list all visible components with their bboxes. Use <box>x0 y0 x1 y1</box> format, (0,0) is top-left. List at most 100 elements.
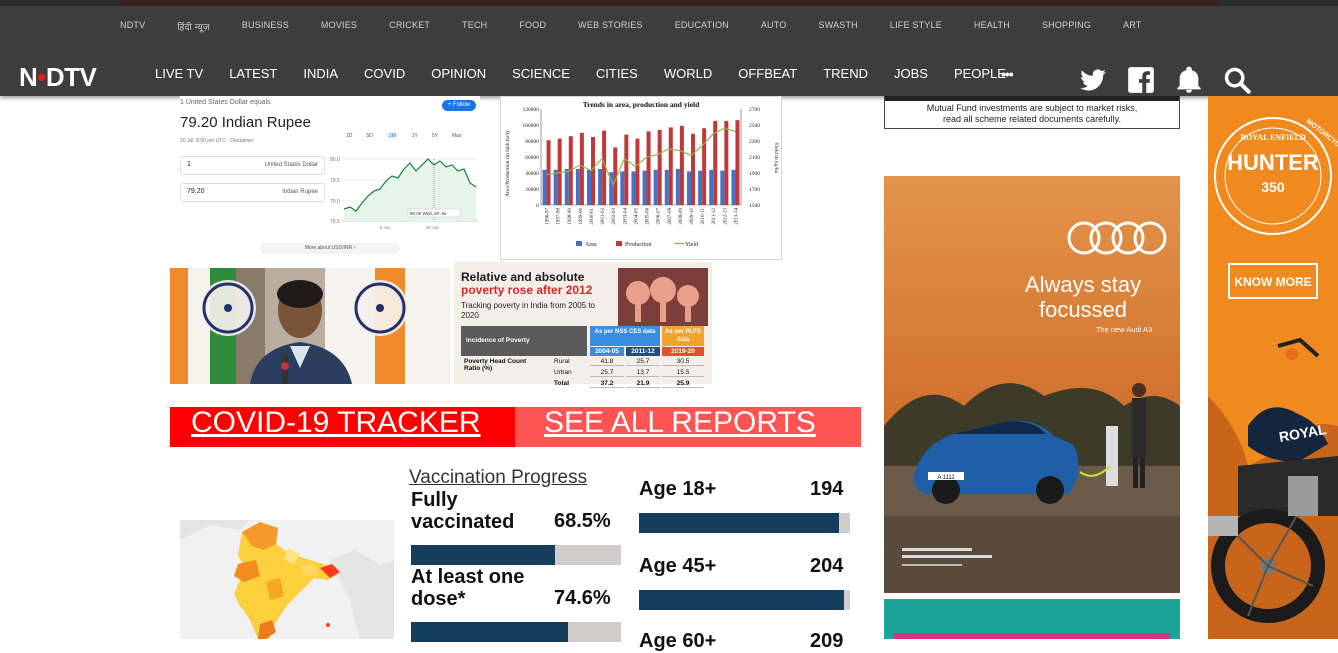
nav-item[interactable]: WORLD <box>664 66 712 81</box>
nav-item[interactable]: PEOPLE <box>954 66 1006 81</box>
mf-notice-text: Mutual Fund investments are subject to m… <box>926 103 1138 124</box>
covid-tracker-link[interactable]: COVID-19 TRACKER <box>191 407 481 439</box>
right-tick: 1500 <box>749 203 760 209</box>
subnav-item[interactable]: SHOPPING <box>1042 20 1091 38</box>
tracker-right-panel: SEE ALL REPORTS <box>515 407 861 447</box>
production-bar <box>724 121 729 205</box>
vaccination-progress-link[interactable]: Vaccination Progress <box>409 467 587 489</box>
subnav-item[interactable]: MOVIES <box>321 20 357 38</box>
production-bar <box>579 133 584 205</box>
more-menu-icon[interactable]: ••• <box>1001 66 1014 82</box>
nav-item[interactable]: COVID <box>364 66 405 81</box>
subnav-item[interactable]: EDUCATION <box>675 20 729 38</box>
currency-from-field[interactable]: 1 United States Dollar <box>180 156 325 175</box>
poverty-row-name: Rural <box>554 358 570 365</box>
nav-item[interactable]: TREND <box>823 66 868 81</box>
currency-line-chart: 80.0 79.5 79.0 78.5 80.00 Wed, 20 Jul 5 … <box>330 157 478 230</box>
left-tick: 20000 <box>525 187 539 193</box>
nav-item[interactable]: SCIENCE <box>512 66 570 81</box>
nav-item[interactable]: JOBS <box>894 66 928 81</box>
subnav-item[interactable]: CRICKET <box>389 20 430 38</box>
audi-advertisement[interactable]: Always stay focussed The new Audi A3 A 1… <box>884 176 1180 593</box>
y-tick: 79.0 <box>330 199 340 205</box>
x-tick: 5 Jul <box>380 225 390 230</box>
subnav-item[interactable]: WEB STORIES <box>578 20 643 38</box>
range-tab-selected[interactable]: 1M <box>386 133 398 139</box>
site-header: NDTV हिंदी न्यूज़ BUSINESS MOVIES CRICKE… <box>0 6 1338 96</box>
mutual-fund-notice: Mutual Fund investments are subject to m… <box>884 96 1180 129</box>
subnav-item[interactable]: SWASTH <box>819 20 858 38</box>
currency-to-value: 79.20 <box>187 188 205 195</box>
currency-converter-image[interactable]: 1 United States Dollar equals 79.20 Indi… <box>180 96 480 254</box>
tracker-left-panel: COVID-19 TRACKER <box>170 407 515 447</box>
subnav-item[interactable]: BUSINESS <box>242 20 289 38</box>
range-tab[interactable]: Max <box>452 133 461 139</box>
nav-item[interactable]: LIVE TV <box>155 66 203 81</box>
poverty-heading: Relative and absolute <box>461 270 585 284</box>
x-tick: 1997-98 <box>557 208 562 225</box>
age-18-label: Age 18+ <box>639 478 717 500</box>
poverty-cell: 15.5 <box>662 369 704 377</box>
right-tick: 2700 <box>749 107 760 113</box>
x-tick: 2002-03 <box>612 208 617 225</box>
ndtv-logo[interactable]: N•DTV <box>19 62 97 93</box>
left-tick: 120000 <box>523 107 540 113</box>
subnav-item[interactable]: NDTV <box>120 20 145 38</box>
right-tick: 2500 <box>749 123 760 129</box>
facebook-icon[interactable] <box>1127 66 1155 94</box>
twitter-icon[interactable] <box>1079 66 1107 94</box>
nav-item[interactable]: INDIA <box>303 66 338 81</box>
area-bar <box>620 171 625 205</box>
audi-headline-1: Always stay <box>1025 272 1141 297</box>
subnav-item[interactable]: हिंदी न्यूज़ <box>177 20 209 38</box>
area-bar <box>587 169 591 205</box>
subnav-item[interactable]: HEALTH <box>974 20 1010 38</box>
nav-item[interactable]: OPINION <box>431 66 486 81</box>
see-all-reports-link[interactable]: SEE ALL REPORTS <box>544 407 816 439</box>
poverty-cell: 25.7 <box>626 358 660 366</box>
chart-tooltip: 80.00 Wed, 20 Jul <box>410 211 446 216</box>
x-tick: 1999-00 <box>579 208 584 225</box>
royal-enfield-advertisement[interactable]: MOTORCYCLING ROYAL ENFIELD HUNTER 350 KN… <box>1208 96 1338 639</box>
subnav-item[interactable]: LIFE STYLE <box>890 20 942 38</box>
follow-button[interactable]: + Follow <box>442 100 476 111</box>
subnav-item[interactable]: FOOD <box>519 20 546 38</box>
nav-item[interactable]: LATEST <box>229 66 277 81</box>
x-tick: 2001-02 <box>601 208 606 225</box>
range-tab[interactable]: 5Y <box>432 133 438 139</box>
nav-item[interactable]: OFFBEAT <box>738 66 797 81</box>
trend-chart-card[interactable]: Trends in area, production and yield Are… <box>500 96 782 260</box>
currency-more-link[interactable]: More about USD/INR › <box>260 243 400 254</box>
range-tab[interactable]: 1Y <box>412 133 418 139</box>
x-tick: 2006-07 <box>657 208 662 225</box>
x-tick: 2012-13 <box>723 208 728 225</box>
range-tab[interactable]: 1D <box>346 133 352 139</box>
poverty-nss-header: As per NSS CES data <box>590 326 660 346</box>
teal-advertisement[interactable] <box>884 599 1180 639</box>
nav-item[interactable]: CITIES <box>596 66 638 81</box>
mf-notice-bar <box>885 96 1179 101</box>
area-bar <box>575 169 580 205</box>
india-covid-map[interactable] <box>180 520 394 639</box>
currency-to-field[interactable]: 79.20 Indian Rupee <box>180 183 325 202</box>
range-tab[interactable]: 5D <box>366 133 372 139</box>
left-tick: 100000 <box>523 123 540 129</box>
production-bar <box>679 125 684 205</box>
area-bar <box>698 170 703 205</box>
subnav-item[interactable]: ART <box>1123 20 1141 38</box>
area-bar <box>542 169 547 205</box>
poverty-cell: 41.8 <box>590 358 624 366</box>
currency-from-unit: United States Dollar <box>264 162 318 168</box>
subnav-item[interactable]: AUTO <box>761 20 787 38</box>
covid-tracker-bar: COVID-19 TRACKER SEE ALL REPORTS <box>170 407 861 447</box>
poverty-cell: 25.7 <box>590 369 624 377</box>
press-briefing-photo[interactable] <box>170 268 450 384</box>
legend-swatch <box>576 241 582 246</box>
bell-icon[interactable] <box>1175 66 1203 94</box>
poverty-plfs-header: As per PLFS data <box>662 326 704 346</box>
yield-line <box>546 127 736 187</box>
right-tick: 1900 <box>749 171 760 177</box>
poverty-infographic[interactable]: Relative and absolute poverty rose after… <box>454 262 712 388</box>
search-icon[interactable] <box>1223 66 1251 94</box>
subnav-item[interactable]: TECH <box>462 20 487 38</box>
